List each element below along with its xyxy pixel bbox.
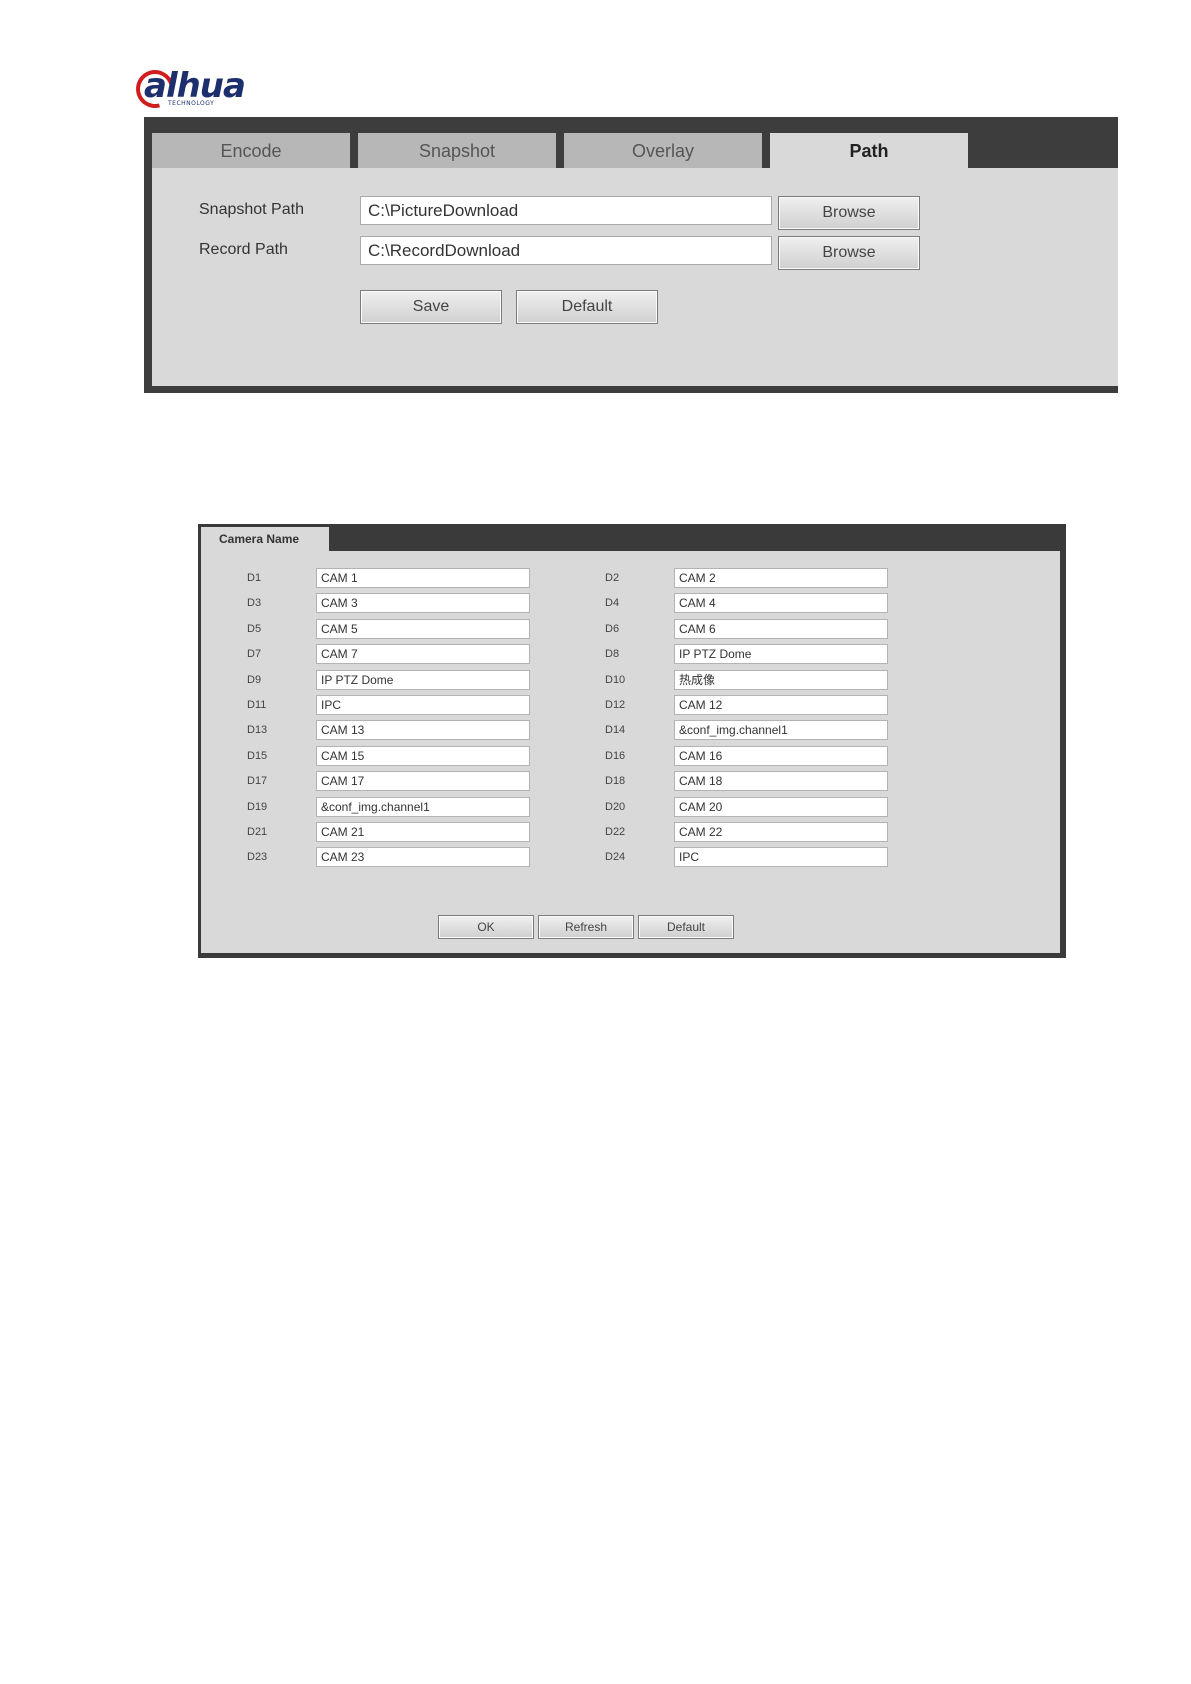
tab-camera-name[interactable]: Camera Name (201, 527, 329, 551)
camera-name-field[interactable]: CAM 15 (316, 745, 530, 766)
camera-name-field[interactable]: CAM 22 (674, 822, 888, 842)
camera-channel-label: D8 (605, 648, 620, 661)
camera-channel-label: D14 (605, 724, 626, 737)
camera-channel-label: D17 (247, 775, 268, 788)
camera-channel-label: D24 (605, 851, 626, 864)
camera-channel-label: D21 (247, 826, 268, 838)
camera-channel-label: D16 (605, 749, 626, 762)
camera-channel-label: D5 (247, 622, 262, 635)
camera-channel-label: D12 (605, 699, 626, 711)
snapshot-browse-button[interactable]: Browse (778, 196, 920, 230)
camera-name-field[interactable]: CAM 20 (674, 796, 888, 817)
logo-tagline: TECHNOLOGY (168, 100, 215, 107)
camera-name-field[interactable]: CAM 4 (674, 593, 888, 614)
camera-name-field[interactable]: CAM 23 (316, 847, 530, 868)
refresh-button[interactable]: Refresh (538, 915, 634, 939)
default-button[interactable]: Default (516, 290, 658, 324)
tab-overlay[interactable]: Overlay (564, 133, 762, 168)
camera-name-field[interactable]: CAM 2 (674, 568, 888, 588)
camera-name-panel: Camera Name D1 CAM 1 D2 CAM 2 D3 CAM 3 D4 CAM 4… (198, 524, 1066, 958)
camera-channel-label: D11 (247, 699, 267, 711)
camera-name-field[interactable]: &conf_img.channel1 (674, 720, 888, 741)
camera-name-field[interactable]: IP PTZ Dome (316, 669, 530, 690)
camera-channel-label: D1 (247, 572, 262, 584)
camera-channel-label: D15 (247, 749, 268, 762)
camera-name-field[interactable]: CAM 7 (316, 644, 530, 665)
tab-encode[interactable]: Encode (152, 133, 350, 168)
camera-channel-label: D19 (247, 800, 268, 813)
camera-channel-label: D9 (247, 673, 262, 686)
camera-channel-label: D10 (605, 673, 626, 686)
record-path-label: Record Path (199, 241, 288, 258)
camera-name-field[interactable]: IPC (316, 695, 530, 715)
ok-button[interactable]: OK (438, 915, 534, 939)
settings-tab-bar: Encode Snapshot Overlay Path (152, 133, 1118, 168)
camera-name-field[interactable]: CAM 6 (674, 618, 888, 639)
path-settings-body: Snapshot Path C:\PictureDownload Browse … (152, 168, 1118, 386)
snapshot-path-label: Snapshot Path (199, 201, 304, 218)
camera-name-field[interactable]: CAM 18 (674, 771, 888, 792)
camera-channel-label: D2 (605, 572, 620, 584)
camera-name-body: D1 CAM 1 D2 CAM 2 D3 CAM 3 D4 CAM 4 D5 CAM 5 D6 CAM… (201, 551, 1060, 953)
camera-name-field[interactable]: IP PTZ Dome (674, 644, 888, 665)
camera-name-field[interactable]: CAM 12 (674, 695, 888, 715)
camera-name-field[interactable]: CAM 3 (316, 593, 530, 614)
record-browse-button[interactable]: Browse (778, 236, 920, 270)
camera-channel-label: D13 (247, 724, 268, 737)
camera-channel-label: D18 (605, 775, 626, 788)
camera-channel-label: D22 (605, 826, 626, 838)
camera-name-field[interactable]: CAM 1 (316, 568, 530, 588)
dahua-logo: alhua TECHNOLOGY (129, 63, 266, 115)
camera-name-field[interactable]: CAM 5 (316, 618, 530, 639)
camera-channel-label: D23 (247, 851, 268, 864)
camera-name-field[interactable]: CAM 21 (316, 822, 530, 842)
path-settings-panel: Encode Snapshot Overlay Path Snapshot Pa… (144, 117, 1118, 393)
camera-channel-label: D6 (605, 622, 620, 635)
camera-name-field[interactable]: IPC (674, 847, 888, 868)
camera-channel-label: D20 (605, 800, 626, 813)
camera-name-field[interactable]: CAM 13 (316, 720, 530, 741)
camera-name-field[interactable]: &conf_img.channel1 (316, 796, 530, 817)
camera-default-button[interactable]: Default (638, 915, 734, 939)
camera-channel-label: D7 (247, 648, 262, 661)
snapshot-path-input[interactable]: C:\PictureDownload (360, 196, 772, 225)
record-path-input[interactable]: C:\RecordDownload (360, 236, 772, 265)
camera-name-field[interactable]: CAM 16 (674, 745, 888, 766)
save-button[interactable]: Save (360, 290, 502, 324)
camera-name-field[interactable]: 热成像 (674, 669, 888, 690)
tab-snapshot[interactable]: Snapshot (358, 133, 556, 168)
tab-path[interactable]: Path (770, 133, 968, 168)
camera-name-field[interactable]: CAM 17 (316, 771, 530, 792)
camera-channel-label: D3 (247, 597, 262, 610)
camera-channel-label: D4 (605, 597, 620, 610)
